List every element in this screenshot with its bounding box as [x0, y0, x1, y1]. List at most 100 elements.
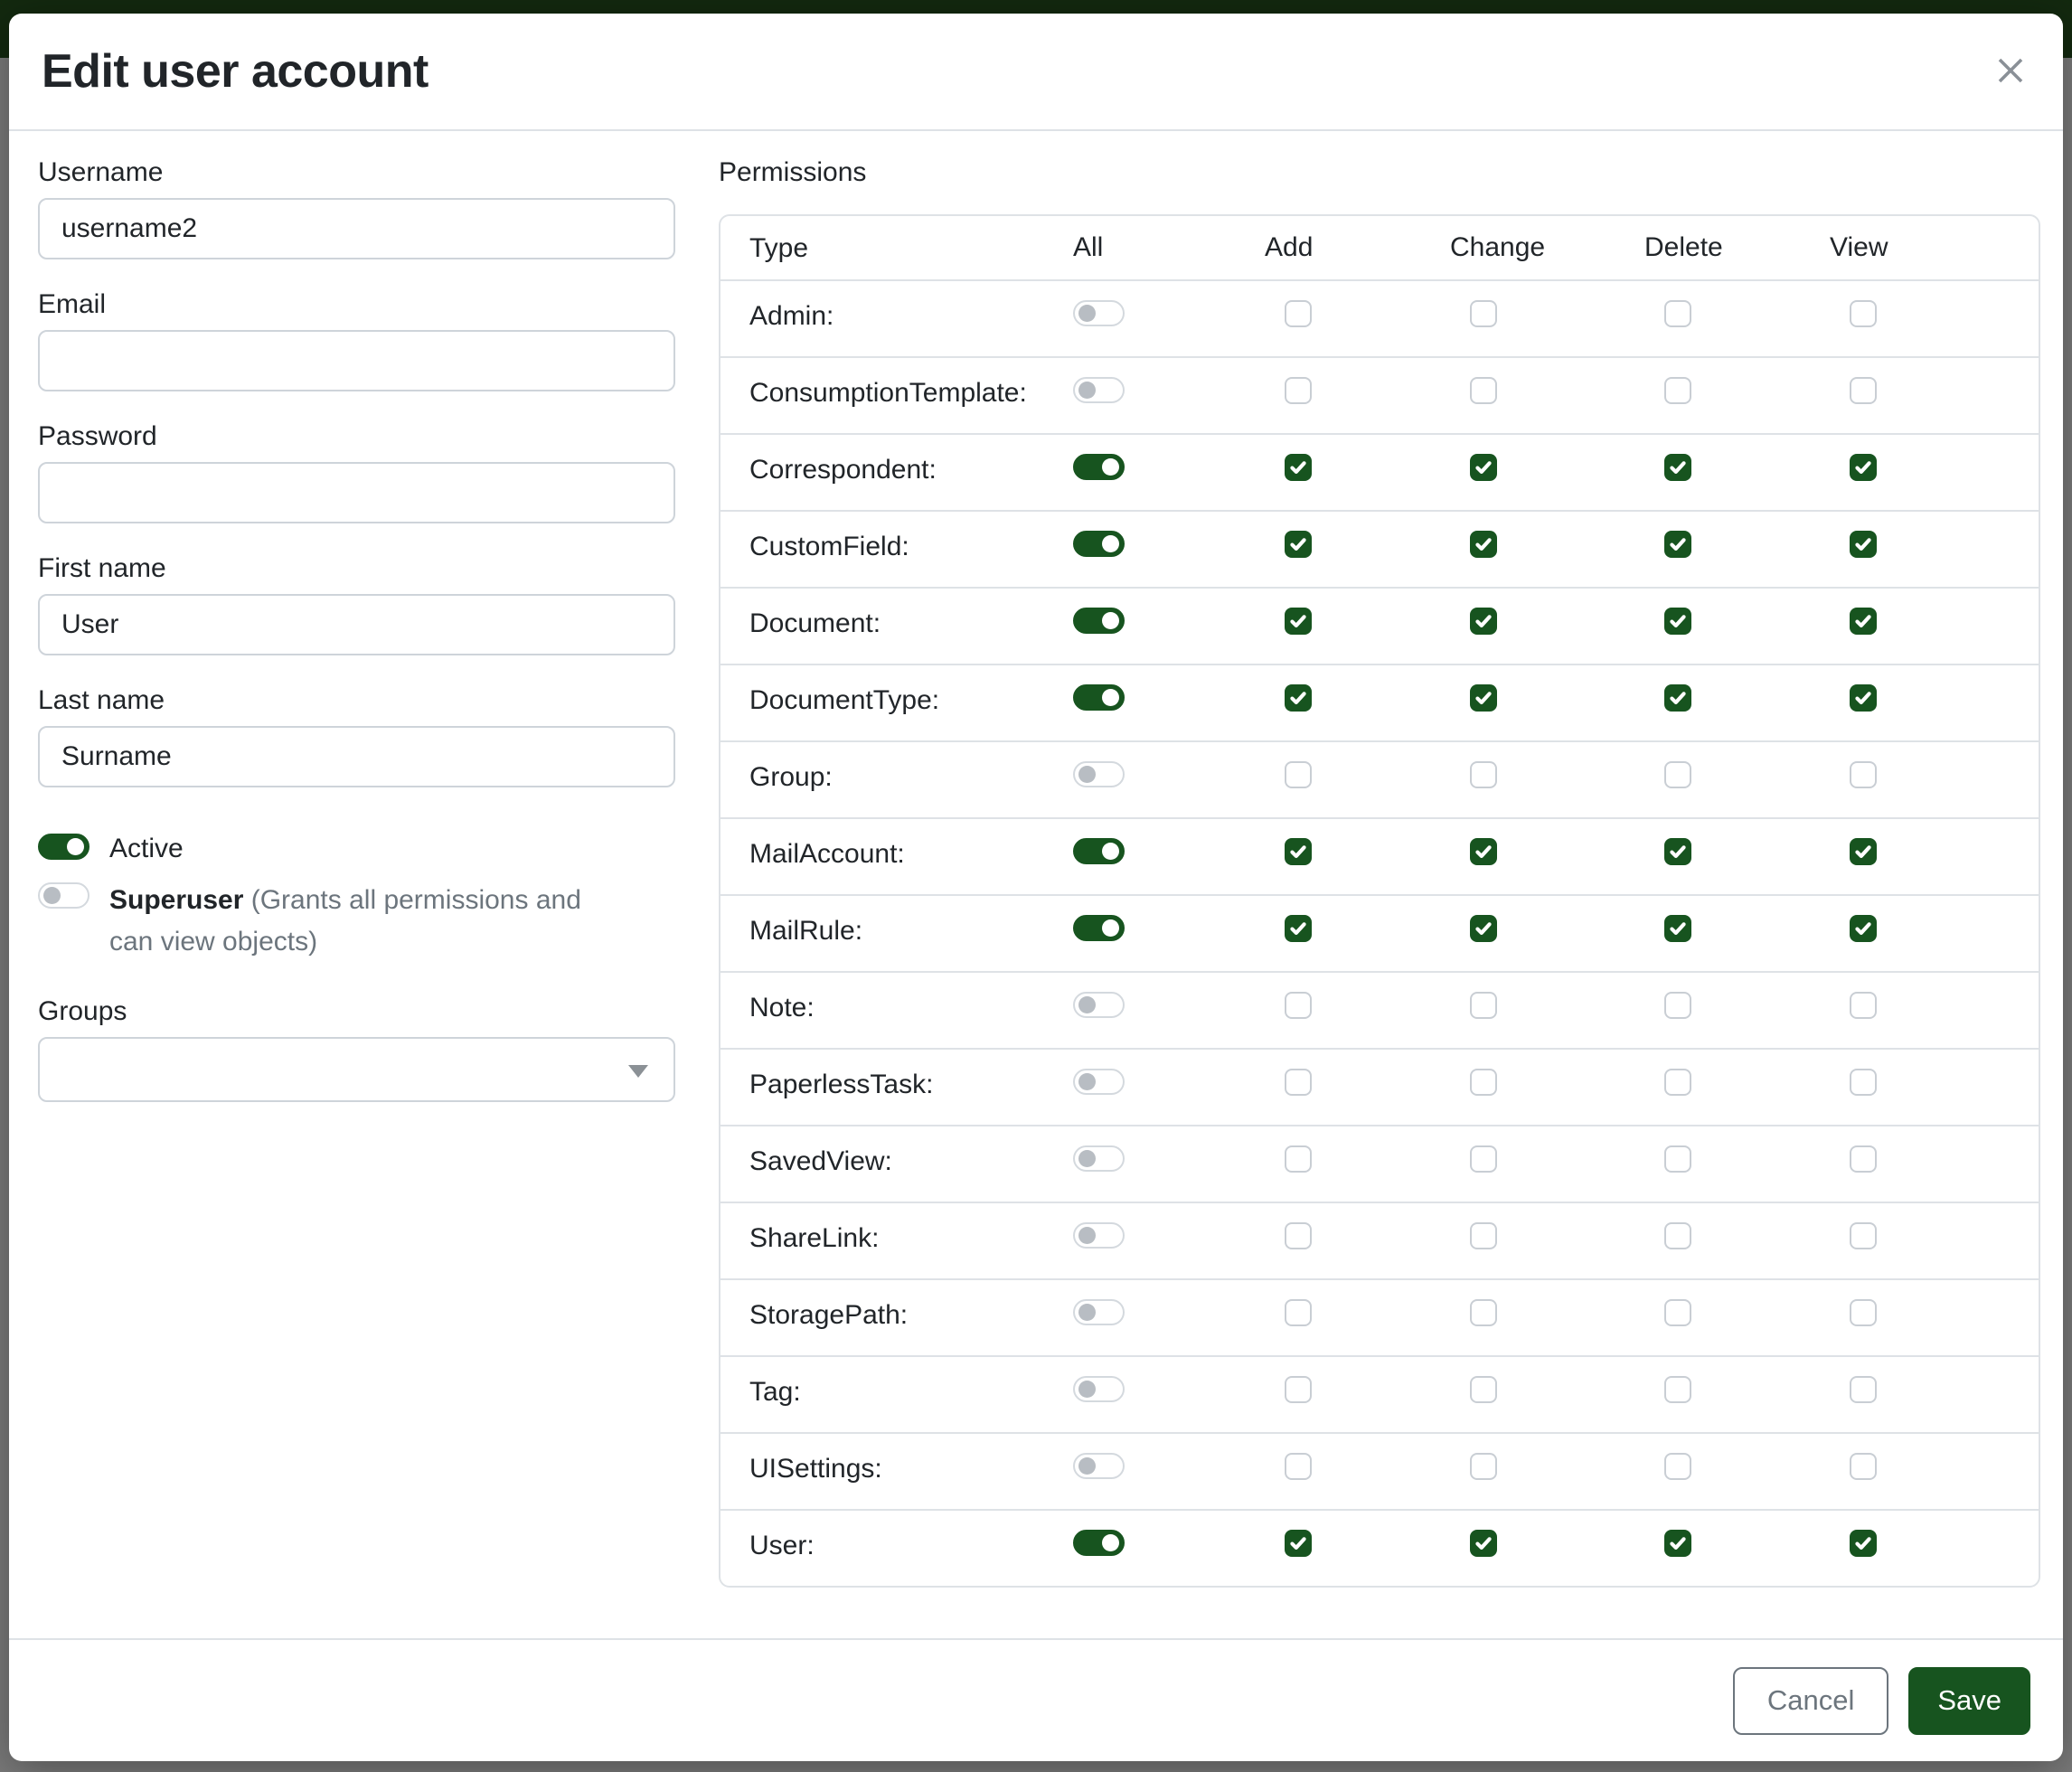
permission-add-checkbox[interactable] [1285, 1299, 1312, 1326]
permission-delete-checkbox[interactable] [1664, 761, 1691, 788]
permission-view-checkbox[interactable] [1850, 1376, 1877, 1403]
permission-add-checkbox[interactable] [1285, 1530, 1312, 1557]
permission-add-checkbox[interactable] [1285, 300, 1312, 327]
permission-delete-checkbox[interactable] [1664, 838, 1691, 865]
permission-view-checkbox[interactable] [1850, 1530, 1877, 1557]
permission-delete-checkbox[interactable] [1664, 992, 1691, 1019]
permission-change-checkbox[interactable] [1470, 1376, 1497, 1403]
permission-view-checkbox[interactable] [1850, 377, 1877, 404]
permission-view-checkbox[interactable] [1850, 838, 1877, 865]
permission-view-checkbox[interactable] [1850, 1069, 1877, 1096]
permission-all-toggle[interactable] [1073, 992, 1125, 1018]
permission-all-toggle[interactable] [1073, 838, 1125, 864]
permission-view-checkbox[interactable] [1850, 1145, 1877, 1173]
permission-delete-checkbox[interactable] [1664, 1299, 1691, 1326]
permission-add-checkbox[interactable] [1285, 1376, 1312, 1403]
permission-all-toggle[interactable] [1073, 608, 1125, 634]
permission-add-checkbox[interactable] [1285, 454, 1312, 481]
permission-change-checkbox[interactable] [1470, 992, 1497, 1019]
permission-all-toggle[interactable] [1073, 1376, 1125, 1402]
permissions-rows: Admin: ConsumptionTemplate: Corresponden… [720, 279, 2039, 1586]
email-label: Email [38, 288, 675, 321]
permission-view-checkbox[interactable] [1850, 992, 1877, 1019]
permission-add-checkbox[interactable] [1285, 608, 1312, 635]
first-name-input[interactable] [38, 594, 675, 655]
permission-delete-checkbox[interactable] [1664, 377, 1691, 404]
permission-all-toggle[interactable] [1073, 300, 1125, 326]
permission-change-checkbox[interactable] [1470, 1069, 1497, 1096]
permission-all-toggle[interactable] [1073, 1453, 1125, 1479]
permission-delete-checkbox[interactable] [1664, 300, 1691, 327]
permission-all-toggle[interactable] [1073, 1299, 1125, 1325]
active-toggle[interactable] [38, 834, 89, 860]
superuser-toggle[interactable] [38, 882, 89, 909]
permission-add-checkbox[interactable] [1285, 1069, 1312, 1096]
cancel-button[interactable]: Cancel [1733, 1667, 1889, 1735]
permission-change-checkbox[interactable] [1470, 1530, 1497, 1557]
permission-change-checkbox[interactable] [1470, 531, 1497, 558]
permission-all-toggle[interactable] [1073, 1530, 1125, 1556]
permission-view-checkbox[interactable] [1850, 915, 1877, 942]
permission-delete-checkbox[interactable] [1664, 1145, 1691, 1173]
permission-view-checkbox[interactable] [1850, 608, 1877, 635]
password-input[interactable] [38, 462, 675, 523]
permission-all-toggle[interactable] [1073, 684, 1125, 711]
permission-delete-checkbox[interactable] [1664, 608, 1691, 635]
permission-type-label: Note: [720, 992, 1073, 1024]
permission-change-checkbox[interactable] [1470, 1145, 1497, 1173]
close-button[interactable] [1985, 46, 2036, 97]
permission-view-checkbox[interactable] [1850, 684, 1877, 712]
permission-add-checkbox[interactable] [1285, 531, 1312, 558]
permission-view-checkbox[interactable] [1850, 761, 1877, 788]
permission-view-checkbox[interactable] [1850, 1453, 1877, 1480]
permission-change-checkbox[interactable] [1470, 377, 1497, 404]
email-input[interactable] [38, 330, 675, 391]
permission-delete-checkbox[interactable] [1664, 1453, 1691, 1480]
permission-add-checkbox[interactable] [1285, 684, 1312, 712]
permission-add-checkbox[interactable] [1285, 1222, 1312, 1249]
permission-all-toggle[interactable] [1073, 377, 1125, 403]
save-button[interactable]: Save [1908, 1667, 2030, 1735]
permission-view-checkbox[interactable] [1850, 1222, 1877, 1249]
permission-change-checkbox[interactable] [1470, 915, 1497, 942]
permission-change-checkbox[interactable] [1470, 300, 1497, 327]
permission-view-checkbox[interactable] [1850, 454, 1877, 481]
groups-select[interactable] [38, 1037, 675, 1102]
username-input[interactable] [38, 198, 675, 259]
permission-change-checkbox[interactable] [1470, 454, 1497, 481]
permission-add-checkbox[interactable] [1285, 377, 1312, 404]
permission-all-toggle[interactable] [1073, 1145, 1125, 1172]
permission-change-checkbox[interactable] [1470, 1222, 1497, 1249]
permission-delete-checkbox[interactable] [1664, 1530, 1691, 1557]
permission-delete-checkbox[interactable] [1664, 1376, 1691, 1403]
permission-view-checkbox[interactable] [1850, 300, 1877, 327]
permission-view-checkbox[interactable] [1850, 531, 1877, 558]
permission-delete-checkbox[interactable] [1664, 1069, 1691, 1096]
permission-change-checkbox[interactable] [1470, 1453, 1497, 1480]
permission-change-checkbox[interactable] [1470, 761, 1497, 788]
permission-delete-checkbox[interactable] [1664, 684, 1691, 712]
permission-change-checkbox[interactable] [1470, 838, 1497, 865]
permission-all-toggle[interactable] [1073, 454, 1125, 480]
permission-all-toggle[interactable] [1073, 1222, 1125, 1249]
permission-all-toggle[interactable] [1073, 915, 1125, 941]
permission-add-checkbox[interactable] [1285, 992, 1312, 1019]
permission-add-checkbox[interactable] [1285, 838, 1312, 865]
permission-add-checkbox[interactable] [1285, 915, 1312, 942]
permission-all-toggle[interactable] [1073, 1069, 1125, 1095]
permission-change-checkbox[interactable] [1470, 1299, 1497, 1326]
permission-view-checkbox[interactable] [1850, 1299, 1877, 1326]
permission-add-checkbox[interactable] [1285, 761, 1312, 788]
permission-add-checkbox[interactable] [1285, 1145, 1312, 1173]
permission-delete-checkbox[interactable] [1664, 915, 1691, 942]
permission-delete-checkbox[interactable] [1664, 531, 1691, 558]
permission-all-toggle[interactable] [1073, 531, 1125, 557]
permission-change-checkbox[interactable] [1470, 608, 1497, 635]
permission-delete-checkbox[interactable] [1664, 454, 1691, 481]
last-name-input[interactable] [38, 726, 675, 787]
permission-change-checkbox[interactable] [1470, 684, 1497, 712]
toggle-knob [1102, 458, 1119, 476]
permission-add-checkbox[interactable] [1285, 1453, 1312, 1480]
permission-all-toggle[interactable] [1073, 761, 1125, 787]
permission-delete-checkbox[interactable] [1664, 1222, 1691, 1249]
